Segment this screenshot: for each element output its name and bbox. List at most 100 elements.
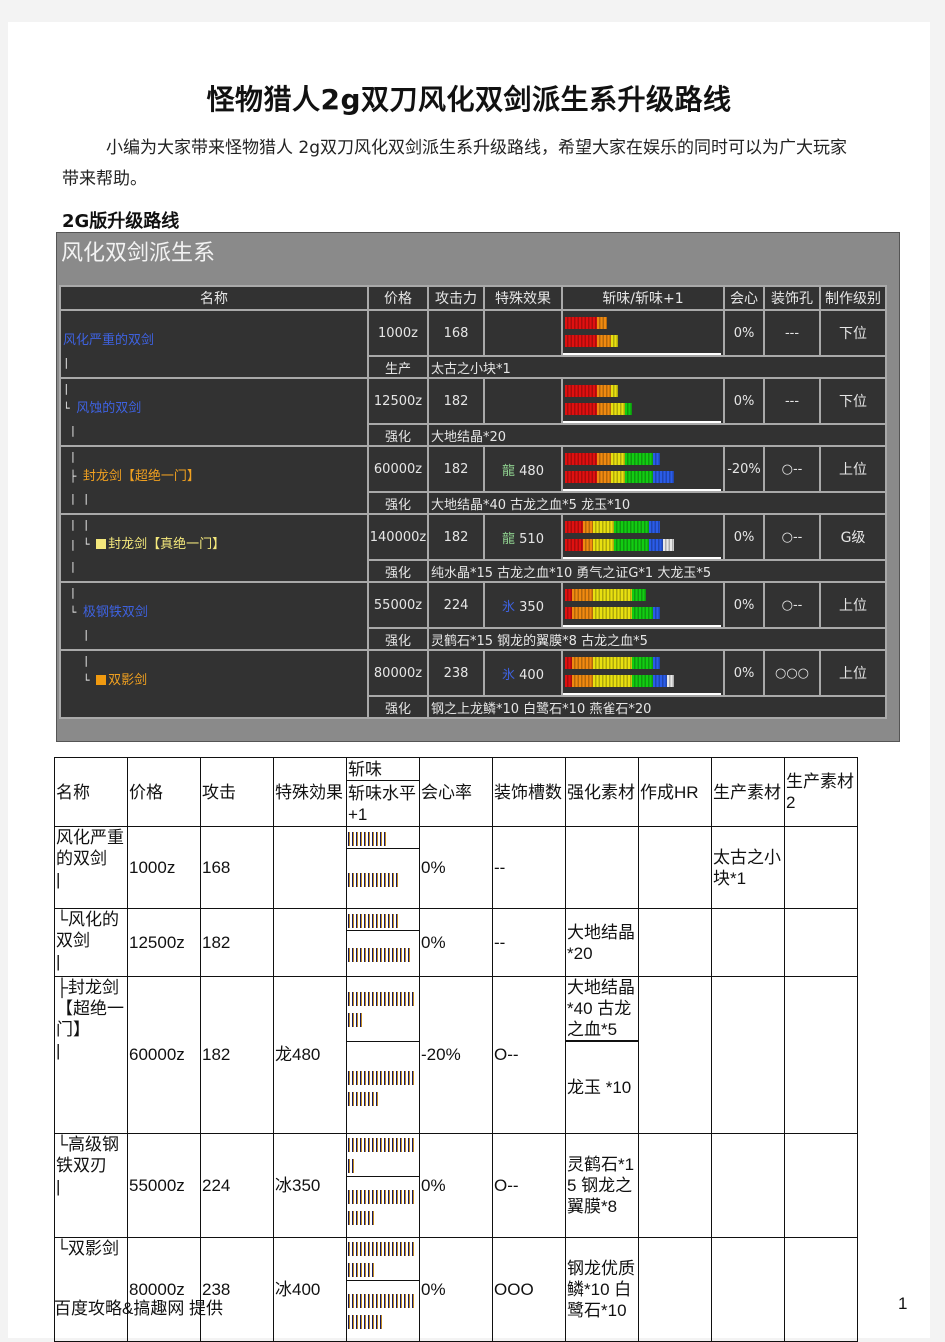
sharpness-blue-segment (652, 453, 660, 465)
price-cell: 60000z (369, 447, 427, 491)
sharpness-plus-ticks (348, 1190, 416, 1205)
footer-credit: 百度攻略&搞趣网 提供 (54, 1299, 224, 1318)
materials-cell: 纯水晶*15 古龙之血*10 勇气之证G*1 大龙玉*5 (429, 561, 885, 581)
tree-branch: ├ (63, 470, 83, 483)
weapon-name-cell: | ├ 封龙剑【超绝一门】 | | (61, 447, 367, 513)
attack-cell: 168 (200, 826, 274, 909)
sharpness-cell (563, 583, 723, 627)
slots-cell: -- (492, 908, 566, 977)
header-rank: 制作级别 (821, 287, 885, 309)
sharpness-yellow-segment (593, 589, 632, 601)
attack-cell: 224 (200, 1132, 274, 1238)
sharpness-red-segment (565, 471, 597, 483)
tree-line-bottom: | (63, 560, 77, 573)
produce1-cell (711, 976, 785, 1134)
sharpness-orange-segment (596, 385, 611, 397)
special-cell (273, 908, 347, 977)
tree-line-top: | (63, 450, 77, 463)
materials-cell: 太古之小块*1 (429, 357, 885, 377)
section-heading: 2G版升级路线 (62, 211, 180, 232)
attack-cell: 168 (429, 311, 483, 355)
sharpness-plus-ticks-wrap (348, 1211, 376, 1226)
affinity-cell: -20% (419, 976, 493, 1134)
table-row: └风化的双剑 | 12500z 182 0% -- 大地结晶*20 (54, 908, 858, 977)
weapon-name[interactable]: 极钢铁双剑 (83, 605, 148, 620)
header-sharpness: 斩味/斩味+1 (563, 287, 723, 309)
tree-line-bottom: | (63, 356, 70, 369)
slots-cell: --- (765, 379, 819, 423)
sharpness-cell (563, 311, 723, 355)
header-special: 特殊效果 (485, 287, 561, 309)
sharpness-orange-segment (572, 657, 593, 669)
rank-cell: 上位 (821, 583, 885, 627)
sharpness-orange-segment (596, 403, 611, 415)
sharpness-green-segment (614, 521, 649, 533)
material-type-label: 强化 (369, 493, 427, 513)
element-value: 400 (519, 667, 544, 683)
page-number: 1 (898, 1294, 908, 1313)
name-cell: └风化的双剑 | (54, 908, 128, 977)
sharpness-yellow-segment (593, 539, 614, 551)
sharpness-bar (565, 453, 660, 465)
price-cell: 1000z (127, 826, 201, 909)
affinity-cell: -20% (725, 447, 763, 491)
sharpness-plus-ticks-cell (346, 1279, 420, 1342)
element-cell: 龍 480 (485, 447, 561, 491)
affinity-cell: 0% (419, 908, 493, 977)
affinity-cell: 0% (419, 826, 493, 909)
sharpness-ticks (348, 992, 416, 1007)
sharpness-orange-segment (572, 607, 593, 619)
sharpness-bar (565, 657, 660, 669)
col-price: 价格 (127, 757, 201, 827)
rank-cell: 下位 (821, 379, 885, 423)
produce2-cell (784, 1132, 858, 1238)
weapon-name[interactable]: 风化严重的双剑 (63, 333, 154, 348)
weapon-name-cell: 风化严重的双剑 | (61, 311, 367, 377)
attack-cell: 182 (429, 447, 483, 491)
sharpness-yellow-segment (593, 657, 632, 669)
attack-cell: 182 (200, 976, 274, 1134)
slots-cell: --- (765, 311, 819, 355)
sharpness-ticks-cell (346, 826, 420, 849)
element-value: 510 (519, 531, 544, 547)
header-slots: 装饰孔 (765, 287, 819, 309)
attack-cell: 238 (429, 651, 483, 695)
weapon-name[interactable]: 风蚀的双剑 (76, 401, 141, 416)
col-special: 特殊効果 (273, 757, 347, 827)
slots-cell: ○-- (765, 583, 819, 627)
attack-cell: 182 (200, 908, 274, 977)
sharpness-red-segment (565, 675, 572, 687)
weapon-name[interactable]: 封龙剑【真绝一门】 (108, 537, 225, 552)
sharpness-yellow-segment (610, 453, 625, 465)
hr-cell (638, 1132, 712, 1238)
tree-branch: └ (63, 674, 97, 687)
table-row: └双影剑 80000z 238 冰400 0% OOO 钢龙优质鳞*10 白鹭石… (54, 1236, 858, 1342)
weapon-name[interactable]: 双影剑 (108, 673, 147, 688)
sharpness-plus-bar (565, 675, 674, 687)
element-value: 350 (519, 599, 544, 615)
slots-cell: O-- (492, 1132, 566, 1238)
rarity-marker-icon (96, 675, 107, 685)
sharpness-red-segment (565, 403, 597, 415)
sharpness-ticks-wrap (348, 1013, 364, 1028)
col-upgrade: 强化素材 (565, 757, 639, 827)
weapon-row: | └ 极钢铁双剑 | 55000z 224 氷 350 0% ○-- 上位 (61, 583, 885, 649)
material-type-label: 生产 (369, 357, 427, 377)
sharpness-plus-bar (565, 471, 674, 483)
weapon-row: 风化严重的双剑 | 1000z 168 0% --- 下位 (61, 311, 885, 377)
sharpness-blue-segment (649, 521, 660, 533)
sharpness-bar (565, 521, 660, 533)
weapon-name[interactable]: 封龙剑【超绝一门】 (83, 469, 200, 484)
price-cell: 60000z (127, 976, 201, 1134)
slots-cell: O-- (492, 976, 566, 1134)
element-cell: 龍 510 (485, 515, 561, 559)
name-cell: ├封龙剑【超绝一门】 | (54, 976, 128, 1134)
col-slots: 装饰槽数 (492, 757, 566, 827)
material-type-label: 强化 (369, 697, 427, 717)
affinity-cell: 0% (725, 583, 763, 627)
sharpness-yellow-segment (593, 521, 614, 533)
produce1-cell (711, 908, 785, 977)
sharpness-ticks-wrap (348, 1263, 376, 1278)
sharpness-plus-ticks-wrap (348, 1091, 380, 1106)
sharpness-bar (565, 317, 607, 329)
